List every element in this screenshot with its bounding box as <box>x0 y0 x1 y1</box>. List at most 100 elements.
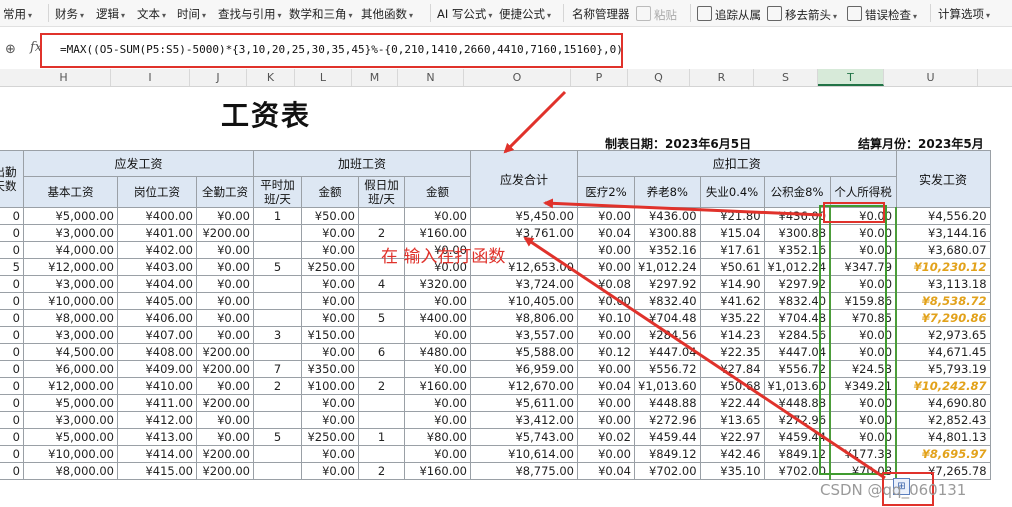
column-header-l[interactable]: L <box>295 69 352 86</box>
table-cell[interactable]: ¥0.04 <box>577 377 635 395</box>
table-cell[interactable]: ¥15.04 <box>699 224 765 242</box>
table-cell[interactable]: ¥415.00 <box>117 462 197 480</box>
table-cell[interactable]: ¥406.00 <box>117 309 197 327</box>
table-cell[interactable]: ¥0.00 <box>404 360 471 378</box>
table-cell[interactable]: ¥1,013.60 <box>634 377 701 395</box>
table-cell[interactable]: ¥3,000.00 <box>23 224 118 242</box>
table-cell[interactable] <box>358 292 405 310</box>
table-cell[interactable]: 0 <box>0 224 24 242</box>
table-cell[interactable]: ¥556.72 <box>634 360 701 378</box>
table-cell[interactable]: ¥0.00 <box>196 275 254 293</box>
table-cell[interactable]: ¥8,775.00 <box>470 462 578 480</box>
table-cell[interactable]: ¥200.00 <box>196 394 254 412</box>
table-cell[interactable]: ¥459.44 <box>634 428 701 446</box>
table-cell[interactable]: ¥300.88 <box>634 224 701 242</box>
table-cell[interactable]: ¥0.00 <box>301 462 359 480</box>
table-cell[interactable]: ¥8,806.00 <box>470 309 578 327</box>
table-cell[interactable]: ¥3,761.00 <box>470 224 578 242</box>
sub-header[interactable]: 平时加班/天 <box>253 176 302 208</box>
table-cell[interactable]: ¥0.00 <box>577 207 635 225</box>
net-header[interactable]: 实发工资 <box>895 150 991 208</box>
sub-header[interactable]: 基本工资 <box>23 176 118 208</box>
table-cell[interactable]: ¥0.00 <box>196 428 254 446</box>
table-cell[interactable]: ¥0.00 <box>301 292 359 310</box>
table-cell[interactable]: ¥403.00 <box>117 258 197 276</box>
table-cell[interactable]: ¥0.00 <box>577 360 635 378</box>
table-cell[interactable]: ¥0.00 <box>301 394 359 412</box>
table-cell[interactable]: ¥3,412.00 <box>470 411 578 429</box>
table-cell[interactable]: ¥0.00 <box>577 241 635 259</box>
table-cell[interactable]: ¥13.65 <box>699 411 765 429</box>
table-cell[interactable]: ¥50.00 <box>301 207 359 225</box>
table-cell[interactable]: ¥0.08 <box>577 275 635 293</box>
table-cell[interactable]: ¥2,852.43 <box>895 411 991 429</box>
sub-header[interactable]: 岗位工资 <box>117 176 197 208</box>
table-cell[interactable]: ¥200.00 <box>196 445 254 463</box>
table-cell[interactable]: ¥5,588.00 <box>470 343 578 361</box>
table-cell[interactable]: ¥100.00 <box>301 377 359 395</box>
table-cell[interactable]: ¥10,000.00 <box>23 445 118 463</box>
table-cell[interactable]: ¥0.00 <box>404 207 471 225</box>
table-cell[interactable]: ¥27.84 <box>699 360 765 378</box>
table-cell[interactable]: 2 <box>358 377 405 395</box>
column-header-s[interactable]: S <box>754 69 818 86</box>
table-cell[interactable]: ¥0.00 <box>577 411 635 429</box>
table-cell[interactable] <box>253 411 302 429</box>
table-cell[interactable]: ¥5,793.19 <box>895 360 991 378</box>
table-cell[interactable]: ¥10,242.87 <box>895 377 991 395</box>
table-cell[interactable] <box>358 394 405 412</box>
table-cell[interactable]: ¥200.00 <box>196 462 254 480</box>
ribbon-item-12[interactable]: 追踪从属 <box>697 6 761 23</box>
table-cell[interactable] <box>358 360 405 378</box>
attendance-header[interactable]: 出勤 天数 <box>0 150 24 208</box>
table-cell[interactable]: ¥8,000.00 <box>23 462 118 480</box>
overtime-header[interactable]: 加班工资 <box>253 150 471 177</box>
table-cell[interactable]: 0 <box>0 326 24 344</box>
table-cell[interactable] <box>253 224 302 242</box>
table-cell[interactable]: 4 <box>358 275 405 293</box>
table-cell[interactable]: ¥412.00 <box>117 411 197 429</box>
table-cell[interactable]: ¥0.00 <box>404 292 471 310</box>
table-cell[interactable]: ¥22.97 <box>699 428 765 446</box>
table-cell[interactable]: ¥436.00 <box>634 207 701 225</box>
table-cell[interactable]: ¥160.00 <box>404 224 471 242</box>
table-cell[interactable]: ¥8,000.00 <box>23 309 118 327</box>
table-cell[interactable]: ¥0.00 <box>577 258 635 276</box>
table-cell[interactable]: ¥272.96 <box>634 411 701 429</box>
table-cell[interactable]: ¥6,959.00 <box>470 360 578 378</box>
table-cell[interactable]: ¥200.00 <box>196 224 254 242</box>
column-header-n[interactable]: N <box>398 69 464 86</box>
table-cell[interactable]: ¥832.40 <box>634 292 701 310</box>
table-cell[interactable]: ¥250.00 <box>301 258 359 276</box>
table-cell[interactable]: ¥702.00 <box>634 462 701 480</box>
column-header-r[interactable]: R <box>690 69 754 86</box>
table-cell[interactable]: ¥10,230.12 <box>895 258 991 276</box>
table-cell[interactable]: ¥3,000.00 <box>23 275 118 293</box>
table-cell[interactable]: ¥0.12 <box>577 343 635 361</box>
table-cell[interactable]: ¥8,695.97 <box>895 445 991 463</box>
table-cell[interactable]: ¥3,113.18 <box>895 275 991 293</box>
column-header-h[interactable]: H <box>17 69 111 86</box>
table-cell[interactable]: ¥0.00 <box>196 207 254 225</box>
table-cell[interactable]: 0 <box>0 343 24 361</box>
column-header-i[interactable]: I <box>111 69 190 86</box>
table-cell[interactable]: ¥1,012.24 <box>634 258 701 276</box>
table-cell[interactable]: ¥22.35 <box>699 343 765 361</box>
ribbon-item-6[interactable]: 数学和三角 ▾ <box>289 6 353 22</box>
table-cell[interactable]: ¥448.88 <box>634 394 701 412</box>
table-cell[interactable]: ¥12,000.00 <box>23 258 118 276</box>
table-cell[interactable]: ¥200.00 <box>196 360 254 378</box>
table-cell[interactable]: ¥284.56 <box>634 326 701 344</box>
table-cell[interactable] <box>358 207 405 225</box>
table-cell[interactable]: 2 <box>358 462 405 480</box>
table-cell[interactable]: ¥10,000.00 <box>23 292 118 310</box>
ribbon-item-4[interactable]: 时间 ▾ <box>177 6 206 22</box>
ribbon-item-10[interactable]: 名称管理器 <box>572 6 630 22</box>
table-cell[interactable]: 0 <box>0 275 24 293</box>
deductions-header[interactable]: 应扣工资 <box>577 150 897 177</box>
sub-header[interactable]: 养老8% <box>634 176 701 208</box>
table-cell[interactable]: 0 <box>0 360 24 378</box>
table-cell[interactable]: ¥10,614.00 <box>470 445 578 463</box>
table-cell[interactable]: ¥352.16 <box>634 241 701 259</box>
table-cell[interactable]: ¥14.23 <box>699 326 765 344</box>
